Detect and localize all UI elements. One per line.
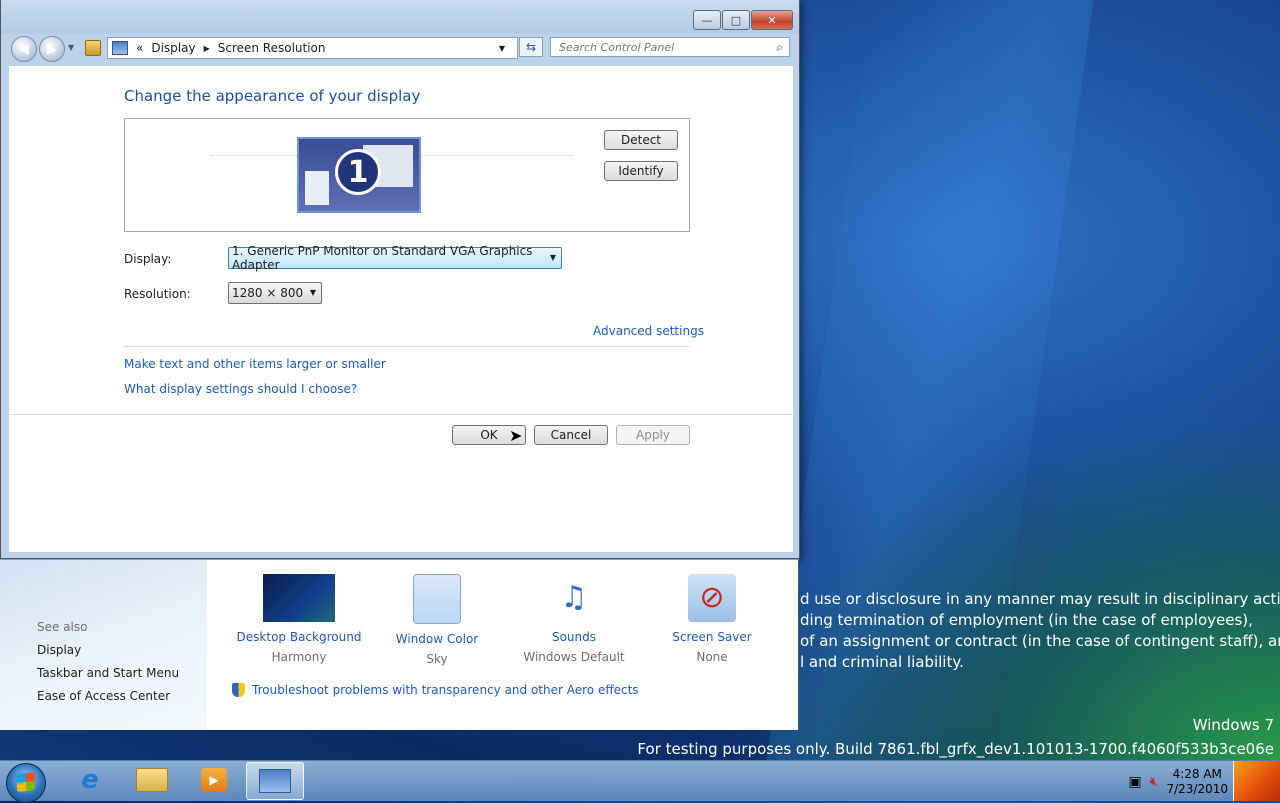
start-button[interactable] — [6, 763, 46, 803]
search-box[interactable]: ⌕ — [550, 37, 790, 57]
clock[interactable]: 4:28 AM 7/23/2010 — [1166, 767, 1228, 797]
monitor-window-thumbnail — [305, 171, 329, 205]
sounds-icon: ♫ — [560, 580, 588, 615]
sounds-item[interactable]: ♫ Sounds Windows Default — [504, 574, 644, 664]
troubleshoot-aero-link[interactable]: Troubleshoot problems with transparency … — [252, 683, 639, 697]
window-color-item[interactable]: Window Color Sky — [367, 574, 507, 666]
sounds-subtitle: Windows Default — [523, 650, 625, 664]
divider — [124, 346, 690, 347]
personalization-sidebar: See also Display Taskbar and Start Menu … — [0, 560, 207, 730]
detect-button[interactable]: Detect — [604, 130, 678, 150]
system-tray: ▣ 🔇︎ 4:28 AM 7/23/2010 — [1128, 767, 1228, 797]
maximize-button[interactable]: □ — [722, 10, 750, 30]
screen-resolution-panel: Change the appearance of your display 1 … — [9, 66, 793, 552]
search-icon[interactable]: ⌕ — [776, 40, 783, 55]
windows-logo-icon — [17, 772, 35, 792]
screen-saver-item[interactable]: ⊘ Screen Saver None — [642, 574, 782, 664]
clock-date: 7/23/2010 — [1166, 782, 1228, 796]
desktop-notice-line-4: l and criminal liability. — [800, 653, 964, 671]
breadcrumb-display[interactable]: Display — [151, 41, 195, 55]
display-help-link[interactable]: What display settings should I choose? — [124, 382, 357, 396]
build-watermark: For testing purposes only. Build 7861.fb… — [637, 740, 1274, 758]
resolution-label: Resolution: — [124, 287, 191, 301]
control-panel-window: — □ ✕ ◀ ▶ ▼ « Display ▶ Screen Resolutio… — [0, 0, 800, 559]
address-dropdown-icon[interactable]: ▼ — [499, 44, 505, 53]
taskbar-windows-explorer[interactable] — [124, 762, 180, 798]
breadcrumb-separator-icon[interactable]: ▶ — [204, 44, 210, 53]
os-name-watermark: Windows 7 — [1192, 716, 1274, 734]
title-bar[interactable]: — □ ✕ — [1, 0, 799, 34]
screen-saver-icon: ⊘ — [688, 574, 736, 622]
divider — [9, 414, 793, 415]
resolution-select[interactable]: 1280 × 800 ▼ — [228, 282, 322, 304]
media-player-icon: ▶ — [201, 768, 227, 792]
display-label: Display: — [124, 252, 172, 266]
clock-time: 4:28 AM — [1172, 767, 1222, 781]
sounds-title: Sounds — [551, 630, 597, 644]
personalization-panel: See also Display Taskbar and Start Menu … — [0, 559, 799, 730]
refresh-icon[interactable]: ⇆ — [519, 37, 543, 57]
see-also-heading: See also — [37, 620, 88, 634]
advanced-settings-link[interactable]: Advanced settings — [593, 324, 704, 338]
page-title: Change the appearance of your display — [124, 87, 421, 105]
taskbar: e ▶ ▣ 🔇︎ 4:28 AM 7/23/2010 — [0, 760, 1280, 803]
taskbar-media-player[interactable]: ▶ — [186, 762, 242, 798]
desktop-notice-line-1: d use or disclosure in any manner may re… — [800, 590, 1280, 608]
window-color-swatch — [413, 574, 461, 624]
desktop-background-subtitle: Harmony — [271, 650, 327, 664]
desktop-background-item[interactable]: Desktop Background Harmony — [229, 574, 369, 664]
up-folder-icon[interactable] — [85, 40, 101, 56]
volume-muted-icon[interactable]: 🔇︎ — [1150, 774, 1159, 790]
apply-button[interactable]: Apply — [616, 425, 690, 445]
control-panel-icon — [112, 41, 128, 55]
display-select-value: 1. Generic PnP Monitor on Standard VGA G… — [232, 244, 533, 272]
forward-arrow-icon[interactable]: ▶ — [39, 36, 65, 62]
desktop-notice-line-2: ding termination of employment (in the c… — [800, 611, 1253, 629]
search-input[interactable] — [557, 39, 761, 55]
desktop-background-title: Desktop Background — [236, 630, 362, 644]
taskbar-control-panel[interactable] — [246, 762, 304, 800]
folder-icon — [136, 768, 168, 792]
show-desktop-button[interactable] — [1233, 761, 1280, 801]
navigation-bar: ◀ ▶ ▼ « Display ▶ Screen Resolution ▼ ⇆ … — [1, 34, 799, 62]
text-size-link[interactable]: Make text and other items larger or smal… — [124, 357, 386, 371]
mouse-cursor-icon: ➤ — [509, 426, 523, 445]
minimize-button[interactable]: — — [693, 10, 721, 30]
screen-saver-title: Screen Saver — [672, 630, 752, 644]
see-also-ease-of-access-link[interactable]: Ease of Access Center — [37, 689, 170, 703]
identify-button[interactable]: Identify — [604, 161, 678, 181]
screen-saver-subtitle: None — [696, 650, 728, 664]
monitor-1-icon[interactable]: 1 — [297, 137, 421, 213]
address-prefix: « — [136, 41, 144, 55]
window-color-title: Window Color — [395, 632, 479, 646]
taskbar-internet-explorer[interactable]: e — [62, 762, 118, 798]
shield-icon — [232, 683, 245, 697]
cancel-button[interactable]: Cancel — [534, 425, 608, 445]
window-color-subtitle: Sky — [426, 652, 448, 666]
resolution-select-value: 1280 × 800 — [232, 286, 304, 300]
address-bar[interactable]: « Display ▶ Screen Resolution ▼ — [107, 37, 518, 59]
internet-explorer-icon: e — [81, 765, 99, 795]
chevron-down-icon: ▼ — [309, 288, 316, 297]
see-also-display-link[interactable]: Display — [37, 643, 81, 657]
display-select[interactable]: 1. Generic PnP Monitor on Standard VGA G… — [228, 244, 562, 272]
recent-pages-chevron-icon[interactable]: ▼ — [68, 43, 74, 52]
monitor-arrangement-area: 1 Detect Identify — [124, 118, 690, 232]
desktop-background-thumbnail — [263, 574, 335, 622]
see-also-taskbar-link[interactable]: Taskbar and Start Menu — [37, 666, 179, 680]
desktop-notice-line-3: of an assignment or contract (in the cas… — [800, 632, 1280, 650]
chevron-down-icon: ▼ — [549, 253, 556, 262]
breadcrumb-screen-resolution[interactable]: Screen Resolution — [218, 41, 326, 55]
network-icon[interactable]: ▣ — [1128, 774, 1141, 790]
window-controls: — □ ✕ — [693, 10, 793, 30]
desktop-wallpaper-glow — [720, 400, 1280, 760]
monitor-number: 1 — [335, 149, 381, 195]
back-arrow-icon[interactable]: ◀ — [11, 36, 37, 62]
close-button[interactable]: ✕ — [751, 10, 793, 30]
control-panel-icon — [259, 769, 291, 793]
